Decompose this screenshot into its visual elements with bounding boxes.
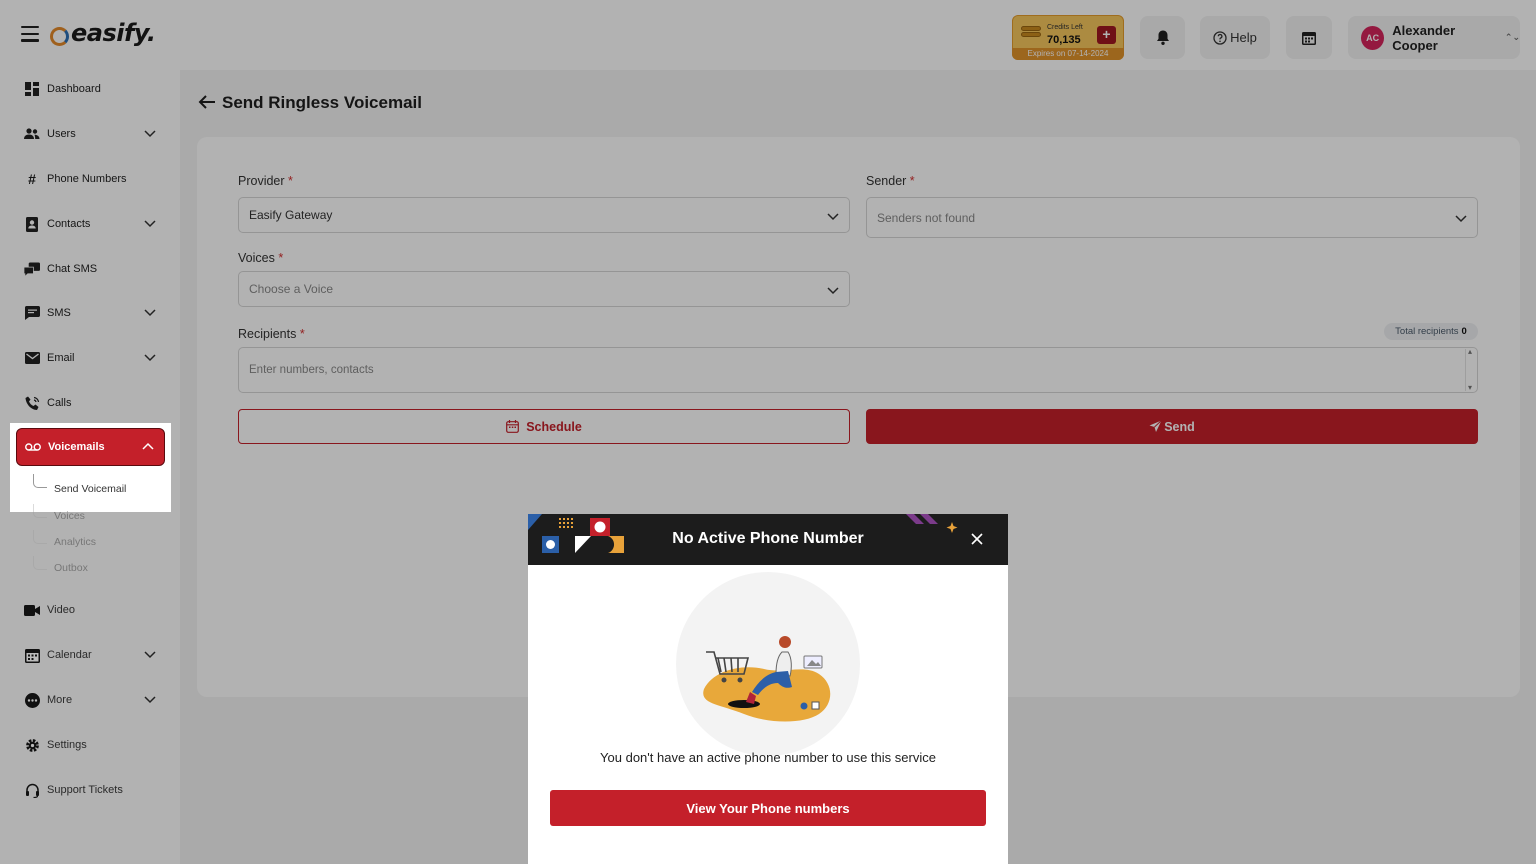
- view-phone-numbers-button[interactable]: View Your Phone numbers: [550, 790, 986, 826]
- sidebar-item-more[interactable]: More: [14, 680, 166, 720]
- sidebar-subitem-send-voicemail[interactable]: Send Voicemail: [54, 483, 126, 495]
- sidebar-item-settings[interactable]: Settings: [14, 725, 166, 765]
- calendar-icon: [24, 647, 40, 663]
- shopping-person-illustration: [703, 636, 831, 722]
- sidebar-item-label: Calendar: [47, 649, 92, 661]
- tree-line: [33, 556, 47, 570]
- modal-message: You don't have an active phone number to…: [600, 750, 936, 765]
- gear-icon: [24, 737, 40, 753]
- sidebar-subitem-analytics[interactable]: Analytics: [54, 536, 96, 548]
- sidebar-item-video[interactable]: Video: [14, 590, 166, 630]
- headset-icon: [24, 782, 40, 798]
- sidebar-item-voicemails[interactable]: Voicemails: [16, 428, 165, 466]
- tree-line: [33, 474, 47, 488]
- sidebar-item-label: Voicemails: [48, 441, 105, 453]
- sidebar-item-calendar[interactable]: Calendar: [14, 635, 166, 675]
- sidebar-item-label: Video: [47, 604, 75, 616]
- modal-title: No Active Phone Number: [672, 530, 864, 547]
- tree-line: [33, 504, 47, 518]
- sidebar-subitem-outbox[interactable]: Outbox: [54, 562, 88, 574]
- more-icon: [24, 692, 40, 708]
- chevron-down-icon: [144, 696, 156, 704]
- sidebar-item-label: Settings: [47, 739, 87, 751]
- close-icon[interactable]: [969, 531, 985, 547]
- chevron-down-icon: [144, 651, 156, 659]
- sidebar-item-label: More: [47, 694, 73, 706]
- sidebar-item-label: Support Tickets: [47, 784, 123, 796]
- no-phone-modal: No Active Phone Number You don't have an…: [528, 514, 1008, 864]
- video-icon: [24, 602, 40, 618]
- tree-line: [33, 530, 47, 544]
- modal-header: No Active Phone Number: [528, 514, 1008, 565]
- sidebar-subitem-voices[interactable]: Voices: [54, 510, 85, 522]
- voicemail-icon: [25, 439, 41, 455]
- sidebar-item-support-tickets[interactable]: Support Tickets: [14, 770, 166, 810]
- chevron-up-icon: [142, 442, 154, 450]
